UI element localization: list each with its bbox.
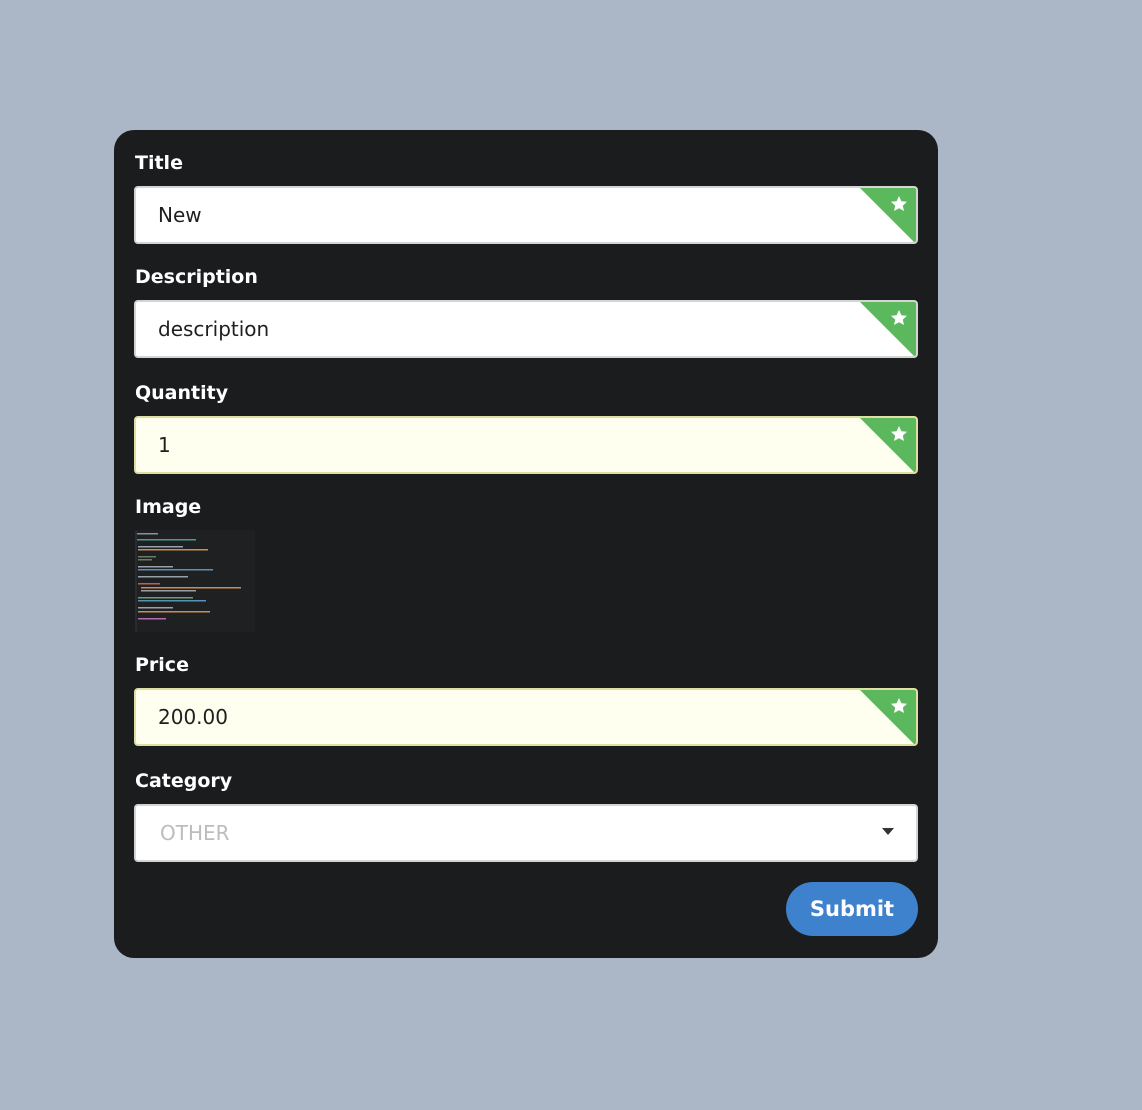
quantity-input[interactable] bbox=[136, 418, 916, 472]
price-label: Price bbox=[135, 654, 189, 676]
quantity-field-wrapper bbox=[134, 416, 918, 474]
image-label: Image bbox=[135, 496, 202, 518]
quantity-label: Quantity bbox=[135, 382, 229, 404]
title-label: Title bbox=[135, 152, 183, 174]
image-preview[interactable] bbox=[135, 530, 255, 632]
submit-button[interactable]: Submit bbox=[786, 882, 918, 936]
caret-down-icon bbox=[882, 828, 894, 835]
description-input[interactable] bbox=[136, 302, 916, 356]
category-selected-value: OTHER bbox=[160, 821, 230, 845]
title-input[interactable] bbox=[136, 188, 916, 242]
price-field-wrapper bbox=[134, 688, 918, 746]
description-label: Description bbox=[135, 266, 258, 288]
description-field-wrapper bbox=[134, 300, 918, 358]
title-field-wrapper bbox=[134, 186, 918, 244]
code-screenshot-thumbnail bbox=[135, 530, 255, 632]
category-select[interactable]: OTHER bbox=[134, 804, 918, 862]
category-label: Category bbox=[135, 770, 233, 792]
price-input[interactable] bbox=[136, 690, 916, 744]
product-form: Title Description Quantity bbox=[114, 130, 938, 958]
